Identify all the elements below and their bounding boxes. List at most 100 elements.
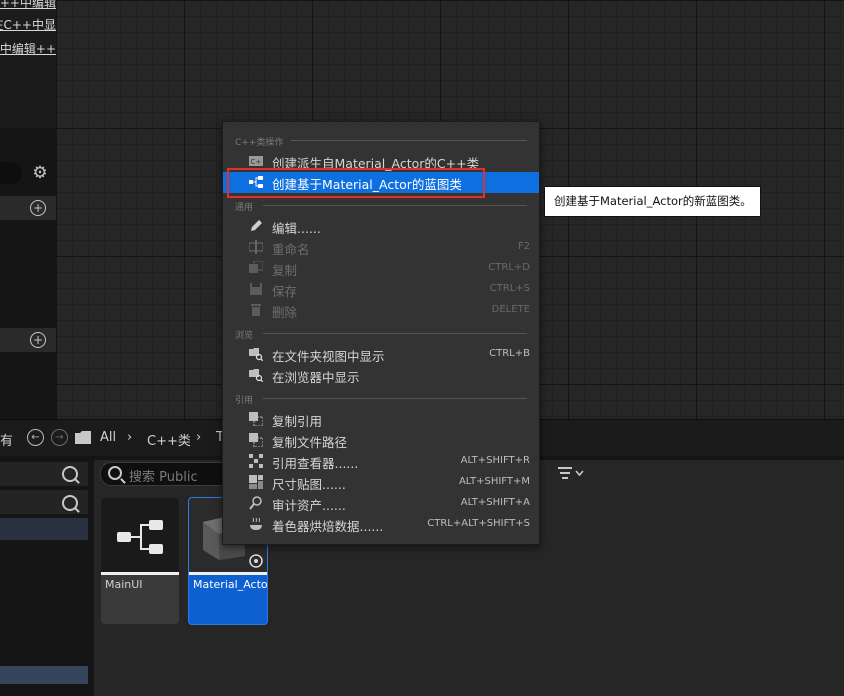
chevron-right-icon: ›	[196, 430, 202, 445]
section-header-explore: 浏览	[235, 331, 254, 341]
menu-item-label: 引用查看器......	[272, 456, 359, 471]
copy-path-icon	[249, 433, 263, 447]
cpp-class-badge-icon	[249, 554, 263, 568]
asset-search-placeholder: 搜索 Public	[129, 470, 198, 485]
menu-item-label: 复制引用	[272, 414, 323, 429]
asset-type-bar	[189, 572, 267, 575]
details-link-0[interactable]: C++中编辑	[0, 0, 56, 11]
save-icon	[250, 283, 262, 295]
menu-item-label: 编辑......	[272, 221, 321, 236]
menu-item-shortcut: ALT+SHIFT+A	[460, 497, 530, 508]
asset-name: Material_Actor	[193, 578, 268, 591]
gear-icon[interactable]: ⚙	[29, 162, 51, 184]
menu-item-shortcut: CTRL+S	[489, 283, 530, 294]
pencil-icon	[251, 220, 262, 231]
menu-item-create-cpp-class[interactable]: C+ 创建派生自Material_Actor的C++类	[223, 151, 539, 172]
menu-item-label: 审计资产......	[272, 498, 346, 513]
folder-search-icon	[249, 348, 263, 361]
section-header-references: 引用	[235, 396, 254, 406]
details-section-header	[0, 328, 56, 352]
menu-item-edit[interactable]: 编辑......	[223, 216, 539, 237]
breadcrumb-cpp-classes[interactable]: C++类	[147, 430, 191, 449]
rename-icon	[249, 240, 263, 254]
context-menu: C++类操作 C+ 创建派生自Material_Actor的C++类 创建基于M…	[222, 121, 540, 545]
asset-name: MainUI	[105, 578, 143, 591]
folder-tree-item[interactable]	[0, 666, 88, 684]
menu-item-delete[interactable]: 删除 DELETE	[223, 300, 539, 321]
menu-item-label: 复制	[272, 263, 298, 278]
trash-icon	[251, 304, 261, 316]
menu-item-rename[interactable]: 重命名 F2	[223, 237, 539, 258]
breadcrumb-all[interactable]: All	[100, 430, 116, 445]
add-button-label[interactable]: 有	[0, 430, 13, 449]
details-section-header	[0, 196, 56, 220]
menu-item-copy-reference[interactable]: 复制引用	[223, 409, 539, 430]
search-icon	[108, 466, 122, 480]
menu-item-shortcut: DELETE	[491, 304, 530, 315]
details-panel: C++中编辑 在C++中显 ++中编辑 ⚙ + +	[0, 0, 56, 419]
menu-item-shortcut: CTRL+D	[488, 262, 530, 273]
blueprint-graph-icon	[117, 520, 163, 554]
filter-icon[interactable]	[558, 466, 584, 480]
details-link-2[interactable]: ++中编辑	[0, 40, 56, 57]
menu-item-audit-assets[interactable]: 审计资产...... ALT+SHIFT+A	[223, 493, 539, 514]
details-link-1[interactable]: 在C++中显	[0, 16, 56, 33]
menu-item-shader-cook-data[interactable]: 着色器烘焙数据...... CTRL+ALT+SHIFT+S	[223, 514, 539, 535]
add-circle-icon[interactable]: +	[30, 332, 46, 348]
search-icon[interactable]	[62, 495, 78, 511]
reference-viewer-icon	[249, 454, 263, 468]
menu-item-label: 重命名	[272, 242, 310, 257]
menu-item-size-map[interactable]: 尺寸贴图...... ALT+SHIFT+M	[223, 472, 539, 493]
back-arrow-icon[interactable]: ←	[27, 429, 44, 446]
menu-item-label: 保存	[272, 284, 298, 299]
menu-item-shortcut: CTRL+ALT+SHIFT+S	[427, 518, 530, 529]
details-search-input[interactable]	[0, 162, 22, 184]
menu-separator	[263, 398, 527, 399]
menu-item-create-blueprint-class[interactable]: 创建基于Material_Actor的蓝图类	[223, 172, 539, 193]
search-icon[interactable]	[62, 466, 78, 482]
duplicate-icon	[249, 261, 263, 273]
menu-item-label: 删除	[272, 305, 298, 320]
menu-item-show-in-explorer[interactable]: 在浏览器中显示	[223, 365, 539, 386]
svg-text:C+: C+	[251, 158, 262, 166]
folder-search-icon	[249, 369, 263, 382]
asset-tile-mainui[interactable]: MainUI	[101, 498, 179, 624]
folder-icon	[75, 431, 91, 444]
copy-reference-icon	[249, 412, 263, 426]
menu-item-label: 复制文件路径	[272, 435, 348, 450]
asset-search-input[interactable]: 搜索 Public	[100, 462, 232, 486]
menu-separator	[263, 333, 527, 334]
menu-item-shortcut: F2	[517, 241, 530, 252]
menu-item-label: 着色器烘焙数据......	[272, 519, 384, 534]
menu-item-label: 在文件夹视图中显示	[272, 349, 385, 364]
menu-item-show-in-folder-view[interactable]: 在文件夹视图中显示 CTRL+B	[223, 344, 539, 365]
tooltip: 创建基于Material_Actor的新蓝图类。	[544, 186, 761, 217]
menu-item-copy-file-path[interactable]: 复制文件路径	[223, 430, 539, 451]
sources-panel	[0, 460, 92, 696]
menu-item-label: 创建基于Material_Actor的蓝图类	[272, 177, 462, 192]
menu-item-shortcut: CTRL+B	[489, 348, 530, 359]
menu-separator	[291, 140, 527, 141]
add-circle-icon[interactable]: +	[30, 200, 46, 216]
section-header-common: 通用	[235, 203, 254, 213]
section-header-cpp: C++类操作	[235, 138, 284, 148]
menu-item-save[interactable]: 保存 CTRL+S	[223, 279, 539, 300]
cpp-class-icon: C+	[249, 156, 263, 166]
asset-type-bar	[101, 572, 179, 575]
folder-tree-item[interactable]	[0, 518, 88, 540]
menu-separator	[263, 205, 527, 206]
size-map-icon	[249, 475, 263, 489]
asset-thumbnail	[101, 498, 179, 572]
menu-item-label: 尺寸贴图......	[272, 477, 346, 492]
menu-item-shortcut: ALT+SHIFT+M	[458, 476, 530, 487]
chevron-right-icon: ›	[127, 430, 133, 445]
menu-item-label: 创建派生自Material_Actor的C++类	[272, 156, 480, 171]
menu-item-shortcut: ALT+SHIFT+R	[460, 455, 530, 466]
audit-icon	[249, 496, 262, 510]
menu-item-label: 在浏览器中显示	[272, 370, 360, 385]
shader-cook-icon	[250, 517, 262, 530]
blueprint-class-icon	[249, 176, 263, 188]
forward-arrow-icon[interactable]: →	[51, 429, 68, 446]
menu-item-duplicate[interactable]: 复制 CTRL+D	[223, 258, 539, 279]
menu-item-reference-viewer[interactable]: 引用查看器...... ALT+SHIFT+R	[223, 451, 539, 472]
